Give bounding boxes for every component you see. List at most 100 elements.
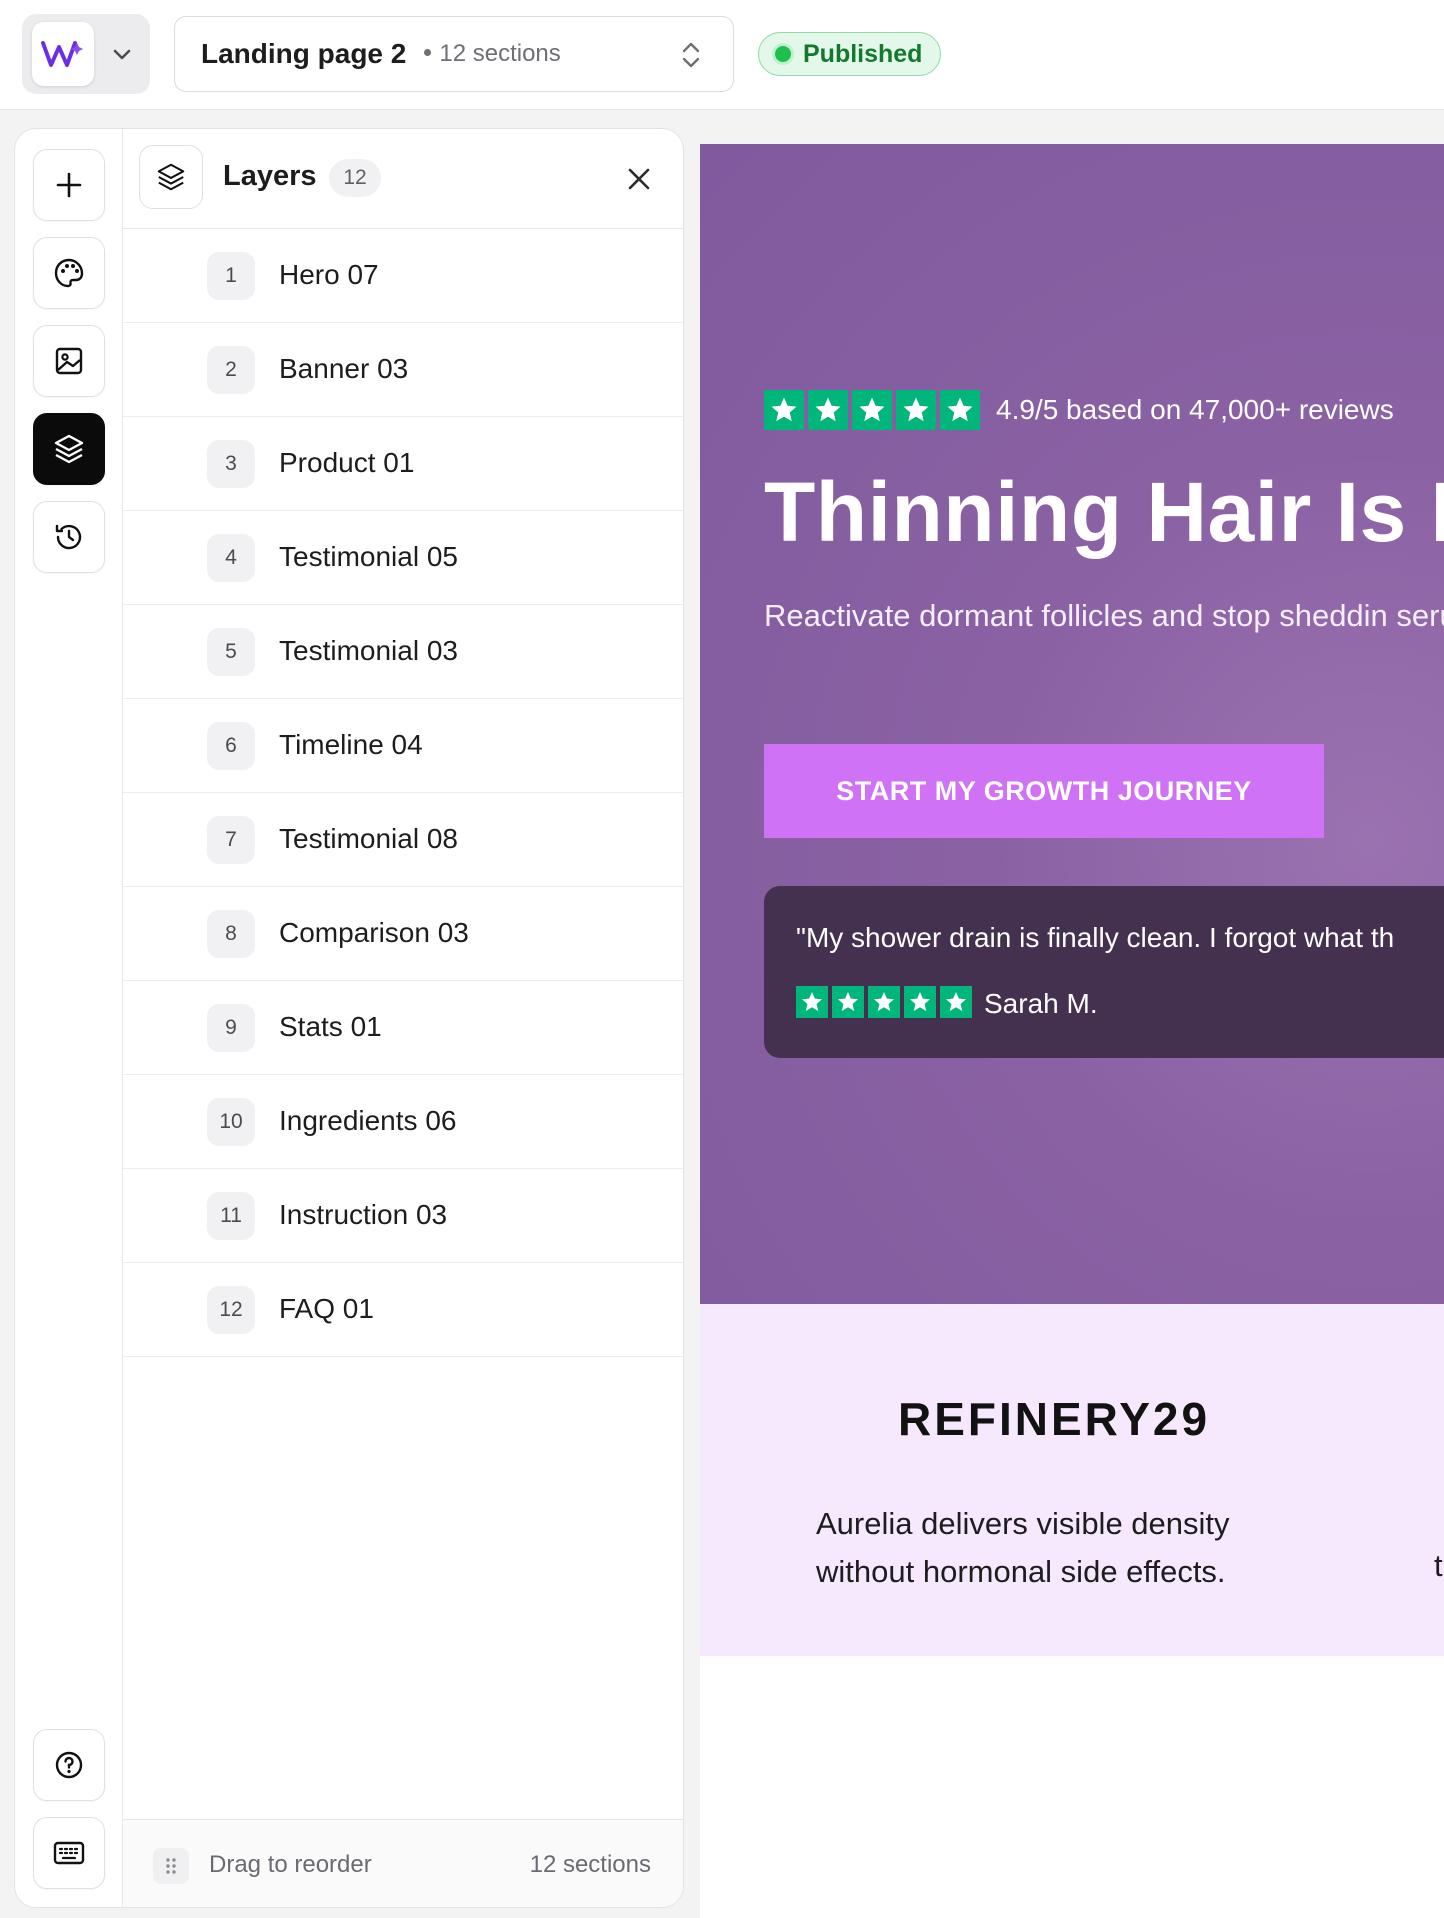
cta-button[interactable]: START MY GROWTH JOURNEY — [764, 744, 1324, 838]
layer-index: 9 — [207, 1004, 255, 1052]
layer-item[interactable]: 10 Ingredients 06 — [123, 1075, 683, 1169]
layers-icon — [139, 145, 203, 209]
layer-index: 3 — [207, 440, 255, 488]
keyboard-icon — [53, 1841, 85, 1865]
brand-logo-icon[interactable] — [32, 22, 94, 86]
drag-handle-icon — [153, 1848, 189, 1884]
layer-label: Testimonial 08 — [279, 823, 458, 854]
trustpilot-stars — [764, 390, 980, 430]
layer-item[interactable]: 6 Timeline 04 — [123, 699, 683, 793]
press-banner-section[interactable]: REFINERY29 Aurelia delivers visible dens… — [700, 1304, 1444, 1656]
chevron-up-down-icon — [682, 42, 700, 68]
testimonial-stars — [796, 986, 972, 1018]
status-dot-icon — [775, 46, 791, 62]
layer-label: Banner 03 — [279, 353, 409, 384]
layer-index: 11 — [207, 1192, 255, 1240]
editor-panel: Layers 12 1 Hero 07 2 Banner 03 3 Product 0… — [14, 128, 684, 1908]
close-icon[interactable] — [623, 163, 655, 195]
theme-button[interactable] — [33, 237, 105, 309]
media-button[interactable] — [33, 325, 105, 397]
hero-section[interactable]: 4.9/5 based on 47,000+ reviews Thinning … — [700, 144, 1444, 1304]
testimonial-quote: "My shower drain is finally clean. I for… — [796, 922, 1395, 953]
help-icon — [55, 1751, 83, 1779]
star-icon — [904, 986, 936, 1018]
layer-item[interactable]: 4 Testimonial 05 — [123, 511, 683, 605]
layer-index: 6 — [207, 722, 255, 770]
star-icon — [940, 986, 972, 1018]
rating-text: 4.9/5 based on 47,000+ reviews — [996, 394, 1394, 425]
layers-panel: Layers 12 1 Hero 07 2 Banner 03 3 Product 0… — [123, 129, 683, 1907]
layer-label: Comparison 03 — [279, 917, 469, 948]
layer-index: 7 — [207, 816, 255, 864]
layer-item[interactable]: 9 Stats 01 — [123, 981, 683, 1075]
star-icon — [808, 390, 848, 430]
layer-item[interactable]: 12 FAQ 01 — [123, 1263, 683, 1357]
testimonial-author: Sarah M. — [984, 988, 1098, 1019]
image-icon — [55, 347, 83, 375]
star-icon — [940, 390, 980, 430]
add-section-button[interactable] — [33, 149, 105, 221]
page-name: Landing page 2 — [201, 38, 407, 69]
layers-header: Layers 12 — [123, 129, 683, 229]
layer-item[interactable]: 3 Product 01 — [123, 417, 683, 511]
layer-label: FAQ 01 — [279, 1293, 374, 1324]
star-icon — [868, 986, 900, 1018]
keyboard-shortcuts-button[interactable] — [33, 1817, 105, 1889]
layer-index: 12 — [207, 1286, 255, 1334]
hero-headline: Thinning Hair Is Ne — [764, 465, 1444, 559]
layer-label: Testimonial 05 — [279, 541, 458, 572]
layer-item[interactable]: 2 Banner 03 — [123, 323, 683, 417]
layer-label: Ingredients 06 — [279, 1105, 457, 1136]
layers-footer: Drag to reorder 12 sections — [123, 1819, 683, 1907]
layer-label: Stats 01 — [279, 1011, 382, 1042]
star-icon — [764, 390, 804, 430]
layer-index: 1 — [207, 252, 255, 300]
hero-subheadline: Reactivate dormant follicles and stop sh… — [764, 598, 1444, 633]
layer-label: Hero 07 — [279, 259, 379, 290]
layer-label: Testimonial 03 — [279, 635, 458, 666]
testimonial-card: "My shower drain is finally clean. I for… — [764, 886, 1444, 1058]
layer-label: Instruction 03 — [279, 1199, 448, 1230]
press-logo: REFINERY29 — [898, 1393, 1211, 1445]
layer-list: 1 Hero 07 2 Banner 03 3 Product 01 4 Testimo… — [123, 229, 683, 1357]
history-icon — [55, 524, 82, 550]
star-icon — [832, 986, 864, 1018]
history-button[interactable] — [33, 501, 105, 573]
top-bar: Landing page 2 12 sections Published — [0, 0, 1444, 110]
help-button[interactable] — [33, 1729, 105, 1801]
plus-icon — [56, 172, 82, 198]
layer-item[interactable]: 11 Instruction 03 — [123, 1169, 683, 1263]
star-icon — [852, 390, 892, 430]
layer-index: 8 — [207, 910, 255, 958]
layers-title: Layers — [223, 160, 317, 192]
chevron-down-icon[interactable] — [110, 42, 134, 66]
layers-button[interactable] — [33, 413, 105, 485]
layer-item[interactable]: 8 Comparison 03 — [123, 887, 683, 981]
layer-label: Timeline 04 — [279, 729, 423, 760]
rating-row: 4.9/5 based on 47,000+ reviews — [764, 390, 1394, 430]
palette-icon — [54, 258, 84, 288]
layer-item[interactable]: 1 Hero 07 — [123, 229, 683, 323]
status-label: Published — [803, 39, 923, 68]
reorder-hint: Drag to reorder — [209, 1851, 372, 1878]
status-badge: Published — [758, 32, 942, 76]
tool-rail — [15, 129, 123, 1907]
page-section-count: 12 sections — [424, 40, 561, 68]
layers-icon — [54, 434, 84, 464]
layer-label: Product 01 — [279, 447, 415, 478]
layer-index: 5 — [207, 628, 255, 676]
star-icon — [896, 390, 936, 430]
app-switcher[interactable] — [22, 14, 150, 94]
layers-count-badge: 12 — [329, 159, 381, 197]
layer-item[interactable]: 7 Testimonial 08 — [123, 793, 683, 887]
page-selector[interactable]: Landing page 2 12 sections — [174, 16, 734, 92]
layer-index: 10 — [207, 1098, 255, 1146]
layer-item[interactable]: 5 Testimonial 03 — [123, 605, 683, 699]
press-quote: Aurelia delivers visible density without… — [816, 1506, 1230, 1589]
layer-index: 2 — [207, 346, 255, 394]
layer-index: 4 — [207, 534, 255, 582]
section-total: 12 sections — [529, 1851, 651, 1878]
star-icon — [796, 986, 828, 1018]
press-quote-next: t — [1434, 1548, 1443, 1583]
page-canvas[interactable]: 4.9/5 based on 47,000+ reviews Thinning … — [700, 144, 1444, 1918]
